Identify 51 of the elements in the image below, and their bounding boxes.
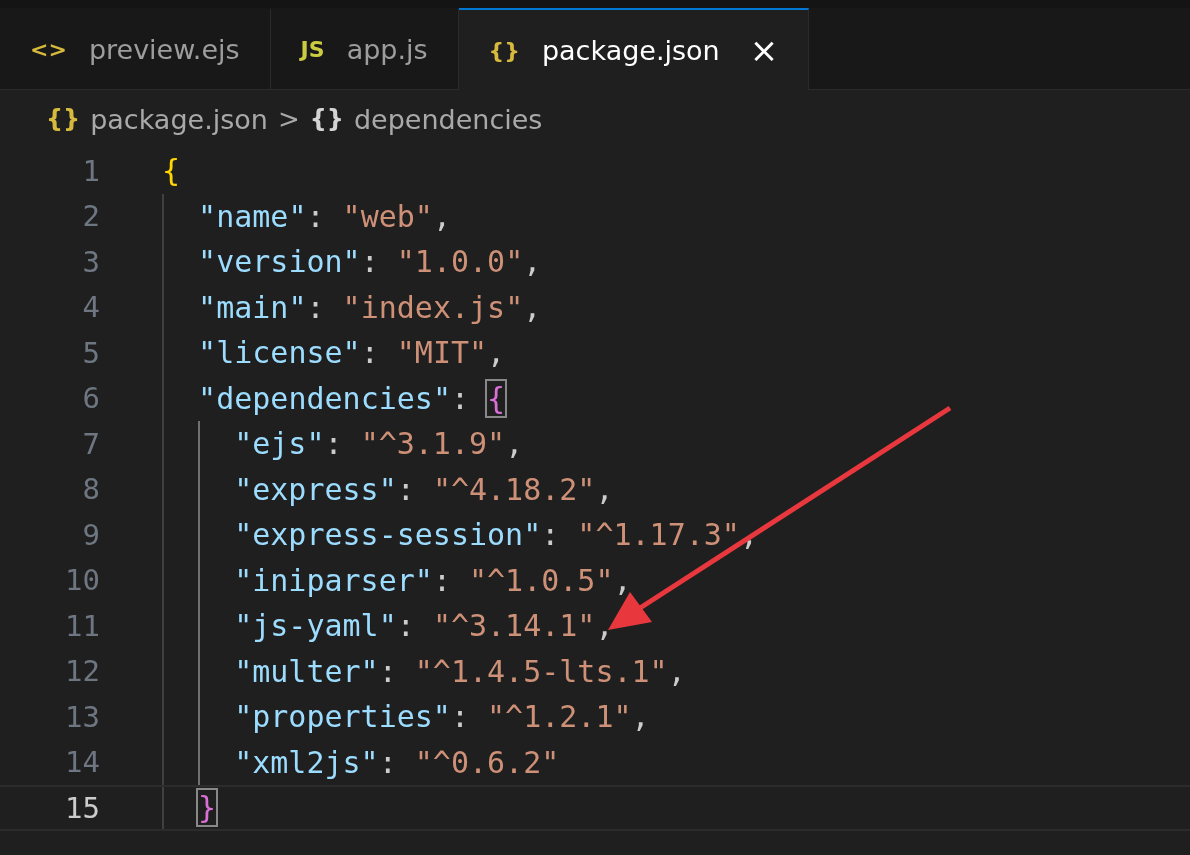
json-string: "^1.4.5-lts.1" <box>413 652 669 691</box>
punctuation: , <box>612 561 633 600</box>
json-string: "^1.2.1" <box>486 698 633 737</box>
braces-icon: {} <box>46 105 81 133</box>
braces-icon: {} <box>309 105 344 133</box>
punctuation: , <box>522 288 543 327</box>
json-string: "^3.1.9" <box>359 425 507 464</box>
line-number: 8 <box>81 472 100 507</box>
breadcrumb-item[interactable]: package.json <box>90 103 268 135</box>
file-type-icon: <> <box>30 37 67 62</box>
line-number: 13 <box>64 699 100 734</box>
line-number: 2 <box>81 199 100 234</box>
punctuation: , <box>594 607 615 646</box>
line-number: 7 <box>81 426 100 461</box>
brace: { <box>161 152 182 191</box>
punctuation: , <box>522 243 543 282</box>
json-string: "^1.0.5" <box>468 561 615 600</box>
json-string: "1.0.0" <box>395 243 525 282</box>
line-number: 14 <box>64 745 100 780</box>
json-string: "index.js" <box>341 288 525 327</box>
punctuation: , <box>666 652 687 691</box>
json-string: "MIT" <box>395 334 489 373</box>
file-type-icon: JS <box>300 37 325 62</box>
json-string: "^0.6.2" <box>413 743 561 782</box>
json-string: "web" <box>341 197 434 236</box>
punctuation: , <box>738 516 759 555</box>
close-icon[interactable]: × <box>749 33 779 67</box>
json-string: "^1.17.3" <box>576 516 741 555</box>
file-type-icon: {} <box>488 37 520 63</box>
line-number: 6 <box>81 381 100 416</box>
punctuation: , <box>486 334 507 373</box>
line-number: 12 <box>64 654 100 689</box>
brace: { <box>485 378 508 418</box>
line-number: 10 <box>64 563 100 598</box>
line-number: 15 <box>64 790 100 825</box>
line-number: 5 <box>81 335 100 370</box>
chevron-icon: > <box>277 104 300 134</box>
json-string: "^4.18.2" <box>431 470 597 509</box>
brace: } <box>196 788 219 828</box>
editor-tab[interactable]: {} package.json × <box>458 8 810 90</box>
punctuation: , <box>504 425 525 464</box>
punctuation: , <box>594 470 615 509</box>
line-number: 9 <box>81 517 100 552</box>
punctuation: , <box>431 197 452 236</box>
line-number: 11 <box>64 608 100 643</box>
punctuation: , <box>630 698 651 737</box>
line-number: 3 <box>81 244 100 279</box>
breadcrumb-item[interactable]: dependencies <box>353 103 543 135</box>
line-number: 1 <box>81 153 100 188</box>
json-string: "^3.14.1" <box>431 607 597 646</box>
line-number: 4 <box>81 290 100 325</box>
